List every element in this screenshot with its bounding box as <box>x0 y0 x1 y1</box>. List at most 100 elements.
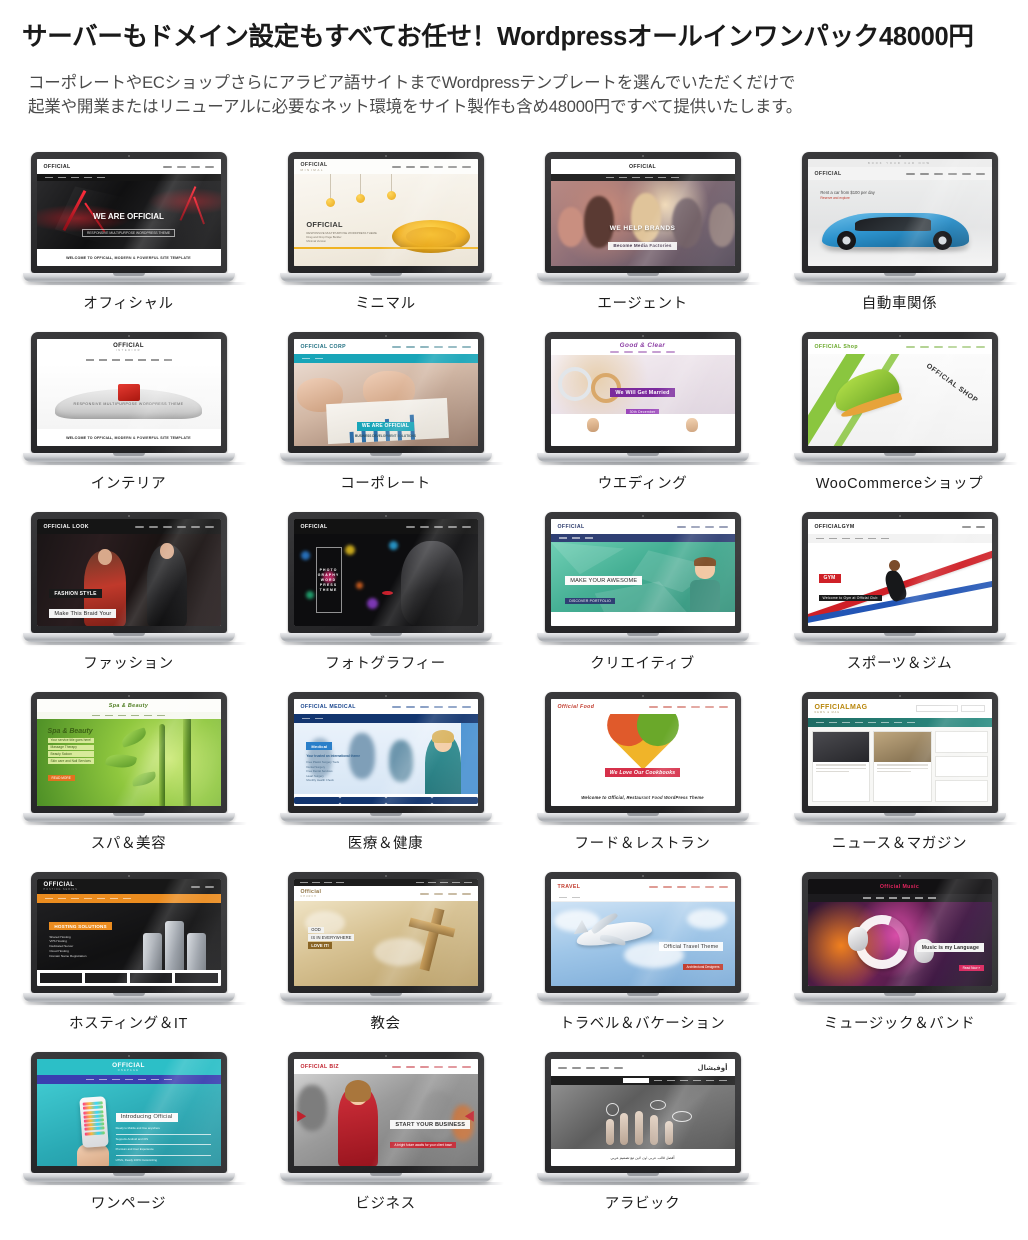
laptop-mockup: OFFICIALGYM GYM Welcome to Gym at Offici… <box>793 512 1018 645</box>
template-card-business[interactable]: OFFICIAL BIZ START YOUR BUSINESS A brigh… <box>257 1052 514 1235</box>
hero-subtitle: Reserve and explore <box>820 196 850 201</box>
laptop-foot <box>22 1182 247 1185</box>
template-card-gym[interactable]: OFFICIALGYM GYM Welcome to Gym at Offici… <box>771 512 1028 692</box>
template-caption: トラベル＆バケーション <box>559 1016 726 1032</box>
site-nav <box>391 165 471 168</box>
site-logo: Official Food <box>557 703 595 710</box>
laptop-mockup: BOOK YOUR CAR NOW OFFICIAL Rent a car fr… <box>793 152 1018 285</box>
template-caption: エージェント <box>597 296 688 312</box>
laptop-screen: Official CHURCH GOD IS IN EVERYWHERE LOV… <box>293 879 478 986</box>
laptop-base <box>536 813 749 822</box>
template-card-creative[interactable]: OFFICIAL MAKE YOUR AWESOME DISCOVER PORT… <box>514 512 771 692</box>
hero-line-3: WORD <box>320 577 337 582</box>
webcam-icon <box>127 874 130 877</box>
template-card-food[interactable]: Official Food We Love Our Cookbooks Offi… <box>514 692 771 872</box>
hero-title: Official Travel Theme <box>658 942 724 952</box>
laptop-foot <box>279 462 504 465</box>
laptop-base <box>793 633 1006 642</box>
template-card-music[interactable]: Official Music Music is my Language Read… <box>771 872 1028 1052</box>
template-card-interior[interactable]: OFFICIAL INTERIOR RESPONSIVE MULTIPURPOS… <box>0 332 257 512</box>
page-title: サーバーもドメイン設定もすべてお任せ！Wordpressオールインワンパック48… <box>22 23 974 51</box>
template-card-wedding[interactable]: Good & Clear We Will Get Married 30th De… <box>514 332 771 512</box>
site-nav <box>162 165 214 168</box>
template-card-news[interactable]: OFFICIALMAG NEWS & MAG ニュース＆マガジン <box>771 692 1028 872</box>
hero-title: GYM <box>818 573 841 583</box>
hero-title: WE HELP BRANDS <box>609 225 676 233</box>
laptop-mockup: OFFICIAL HOSTING SERIES HOSTING SOLUTION… <box>22 872 247 1005</box>
hero-title: HOSTING SOLUTIONS <box>49 922 112 931</box>
hero-line-2: IS IN EVERYWHERE <box>308 934 355 941</box>
hero-button[interactable]: READ MORE <box>47 774 75 781</box>
laptop-screen: Spa & Beauty Spa & Beauty Your service t… <box>36 699 221 806</box>
laptop-mockup: OFFICIAL MEDICAL Medical Your trusted an… <box>279 692 504 825</box>
template-card-hosting[interactable]: OFFICIAL HOSTING SERIES HOSTING SOLUTION… <box>0 872 257 1052</box>
laptop-foot <box>22 642 247 645</box>
site-logo-sub: INTERIOR <box>115 349 142 352</box>
template-caption: ウエディング <box>597 476 688 492</box>
laptop-screen: TRAVEL Official Travel Theme Architectur… <box>550 879 735 986</box>
hero-line-1: GOD <box>308 926 324 934</box>
laptop-screen: Official Food We Love Our Cookbooks Offi… <box>550 699 735 806</box>
laptop-mockup: OFFICIAL CORP WE ARE OFFICIAL BUSINESS D… <box>279 332 504 465</box>
hero-item-4: Skin care and Nail Services <box>47 758 95 764</box>
template-card-photography[interactable]: OFFICIAL PHOTO GRAPHY WORD PRESS THEME フ… <box>257 512 514 692</box>
site-nav <box>419 892 471 895</box>
template-card-woocommerce[interactable]: OFFICIAL Shop OFFICIAL SHOP WooCommerceシ… <box>771 332 1028 512</box>
site-nav <box>961 525 985 528</box>
site-logo: OFFICIAL MEDICAL <box>300 703 356 710</box>
laptop-lid: TRAVEL Official Travel Theme Architectur… <box>544 872 741 993</box>
template-card-agent[interactable]: OFFICIAL WE HELP BRANDS Become Media Fac… <box>514 152 771 332</box>
laptop-screen: OFFICIAL HOSTING SERIES HOSTING SOLUTION… <box>36 879 221 986</box>
laptop-mockup: Official Music Music is my Language Read… <box>793 872 1018 1005</box>
hero-title: RESPONSIVE MULTIPURPOSE WORDPRESS THEME <box>73 401 184 406</box>
template-caption: フォトグラフィー <box>325 656 446 672</box>
template-card-minimal[interactable]: OFFICIAL MINIMAL OFFICIAL RESPONSIVE MUL… <box>257 152 514 332</box>
hero-item-3: Premium and User Experience <box>115 1147 154 1152</box>
hero-item-2: Massage Therapy <box>47 744 95 751</box>
hero-item-2: Supports Android and iOS <box>115 1136 148 1141</box>
hero-title: Music is my Language <box>916 943 985 953</box>
site-logo: Official Music <box>879 883 920 890</box>
laptop-lid: OFFICIAL MINIMAL OFFICIAL RESPONSIVE MUL… <box>287 152 484 273</box>
template-card-arabic[interactable]: أوفيشال أفضل قالب عربي اون لاين مع تصميم… <box>514 1052 771 1235</box>
site-logo-sub: CHURCH <box>300 895 317 898</box>
template-caption: ニュース＆マガジン <box>831 836 968 852</box>
laptop-base <box>536 1173 749 1182</box>
hero-title: Make This Braid Your <box>49 609 117 619</box>
template-card-medical[interactable]: OFFICIAL MEDICAL Medical Your trusted an… <box>257 692 514 872</box>
webcam-icon <box>641 1054 644 1057</box>
laptop-screen: OFFICIAL WE ARE OFFICIAL RESPONSIVE MULT… <box>36 159 221 266</box>
template-card-spa[interactable]: Spa & Beauty Spa & Beauty Your service t… <box>0 692 257 872</box>
laptop-base <box>22 453 235 462</box>
hero-button-1[interactable]: DISCOVER PORTFOLIO <box>565 597 616 604</box>
template-caption: コーポレート <box>340 476 431 492</box>
laptop-base <box>279 993 492 1002</box>
laptop-foot <box>22 1002 247 1005</box>
laptop-lid: OFFICIAL LOOK FASHION STYLE Make This Br… <box>30 512 227 633</box>
template-card-church[interactable]: Official CHURCH GOD IS IN EVERYWHERE LOV… <box>257 872 514 1052</box>
hero-line-1: PHOTO <box>319 567 338 572</box>
webcam-icon <box>898 514 901 517</box>
template-card-official[interactable]: OFFICIAL WE ARE OFFICIAL RESPONSIVE MULT… <box>0 152 257 332</box>
template-caption: クリエイティブ <box>590 656 695 672</box>
template-card-travel[interactable]: TRAVEL Official Travel Theme Architectur… <box>514 872 771 1052</box>
laptop-lid: Good & Clear We Will Get Married 30th De… <box>544 332 741 453</box>
site-nav <box>905 345 985 348</box>
site-logo: OFFICIAL <box>43 163 71 170</box>
template-caption: フード＆レストラン <box>574 836 711 852</box>
template-card-fashion[interactable]: OFFICIAL LOOK FASHION STYLE Make This Br… <box>0 512 257 692</box>
hero-band: Welcome to Official, Restaurant Food Wor… <box>550 789 735 806</box>
site-logo: OFFICIAL <box>300 523 328 530</box>
webcam-icon <box>641 874 644 877</box>
template-card-car[interactable]: BOOK YOUR CAR NOW OFFICIAL Rent a car fr… <box>771 152 1028 332</box>
template-card-corporate[interactable]: OFFICIAL CORP WE ARE OFFICIAL BUSINESS D… <box>257 332 514 512</box>
template-card-onepage[interactable]: OFFICIAL ONEPAGE Introducing Official Re… <box>0 1052 257 1235</box>
hero-button[interactable]: Architectural Designers <box>682 963 724 970</box>
laptop-screen: OFFICIAL WE HELP BRANDS Become Media Fac… <box>550 159 735 266</box>
laptop-lid: OFFICIAL WE HELP BRANDS Become Media Fac… <box>544 152 741 273</box>
webcam-icon <box>384 154 387 157</box>
hero-title: START YOUR BUSINESS <box>390 1120 471 1130</box>
laptop-base <box>793 453 1006 462</box>
hero-line-2: GRAPHY <box>317 572 340 577</box>
hero-button[interactable]: Read Now » <box>958 964 985 971</box>
